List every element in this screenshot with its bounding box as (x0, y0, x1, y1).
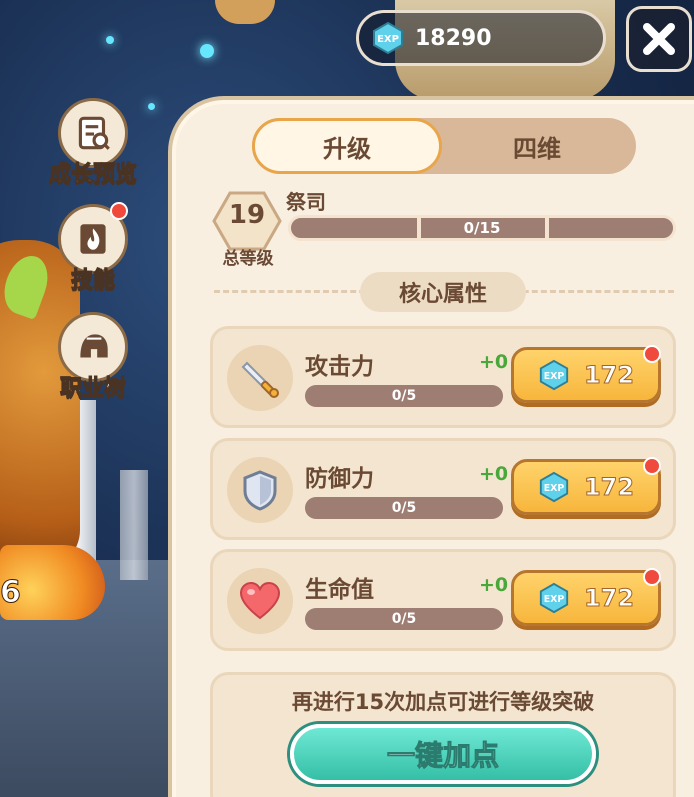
attribute-progress-bar: 0/5 (305, 608, 503, 630)
character-level: 6 (0, 575, 21, 611)
bell-ornament (215, 0, 275, 24)
tab-bar: 升级 四维 (252, 118, 636, 174)
attribute-card-attack: 攻击力 +0 0/5 EXP 172 (210, 326, 676, 428)
attribute-progress-text: 0/5 (391, 388, 417, 404)
upgrade-attack-button[interactable]: EXP 172 (511, 347, 661, 403)
exp-gem-icon: EXP (539, 471, 569, 503)
close-icon (643, 23, 675, 55)
side-menu-label: 技能 (70, 268, 115, 294)
rank-progress-bar: 0/15 (288, 215, 676, 241)
attribute-progress-bar: 0/5 (305, 497, 503, 519)
attribute-bonus: +0 (479, 351, 509, 373)
exp-currency-display: EXP 18290 (356, 10, 606, 66)
upgrade-health-button[interactable]: EXP 172 (511, 570, 661, 626)
svg-text:EXP: EXP (544, 371, 565, 382)
attribute-progress-text: 0/5 (391, 611, 417, 627)
exp-value: 18290 (415, 25, 492, 51)
sparkle (200, 44, 214, 58)
skill-button[interactable]: 技能 (38, 202, 148, 294)
breakthrough-hint: 再进行15次加点可进行等级突破 (291, 690, 595, 714)
total-level-value: 19 (228, 200, 266, 230)
pillar-far (120, 470, 148, 580)
attribute-progress-text: 0/5 (391, 500, 417, 516)
upgrade-cost: 172 (583, 473, 635, 502)
tab-upgrade[interactable]: 升级 (252, 118, 442, 174)
sparkle (148, 103, 155, 110)
attribute-card-health: 生命值 +0 0/5 EXP 172 (210, 549, 676, 651)
svg-text:EXP: EXP (544, 594, 565, 605)
attribute-name: 生命值 (305, 577, 374, 603)
growth-preview-button[interactable]: 成长预览 (38, 98, 148, 188)
notification-badge (643, 345, 661, 363)
upgrade-defense-button[interactable]: EXP 172 (511, 459, 661, 515)
exp-gem-icon: EXP (539, 359, 569, 391)
skill-notification-badge (110, 202, 128, 220)
class-tree-button[interactable]: 职业树 (38, 312, 148, 402)
total-level-label: 总等级 (222, 249, 274, 269)
svg-text:EXP: EXP (544, 483, 565, 494)
upgrade-cost: 172 (583, 361, 635, 390)
attribute-bonus: +0 (479, 463, 509, 485)
rank-progress-text: 0/15 (463, 219, 501, 237)
auto-allocate-button[interactable]: 一键加点 (290, 724, 596, 784)
notification-badge (643, 457, 661, 475)
attribute-name: 攻击力 (305, 354, 374, 380)
attribute-bonus: +0 (479, 574, 509, 596)
section-title: 核心属性 (360, 272, 526, 312)
notification-badge (643, 568, 661, 586)
attribute-card-defense: 防御力 +0 0/5 EXP 172 (210, 438, 676, 540)
exp-gem-icon: EXP (539, 582, 569, 614)
attribute-name: 防御力 (305, 466, 374, 492)
shield-icon (227, 457, 293, 523)
exp-gem-icon: EXP (371, 21, 405, 55)
side-menu-label: 成长预览 (48, 162, 137, 188)
svg-text:EXP: EXP (377, 34, 399, 45)
side-menu-label: 职业树 (59, 376, 126, 402)
heart-icon (227, 568, 293, 634)
sparkle (106, 36, 114, 44)
close-button[interactable] (626, 6, 692, 72)
upgrade-cost: 172 (583, 584, 635, 613)
rank-title: 祭司 (286, 190, 326, 214)
attribute-progress-bar: 0/5 (305, 385, 503, 407)
sword-icon (227, 345, 293, 411)
tab-four-dimensions[interactable]: 四维 (442, 118, 632, 174)
